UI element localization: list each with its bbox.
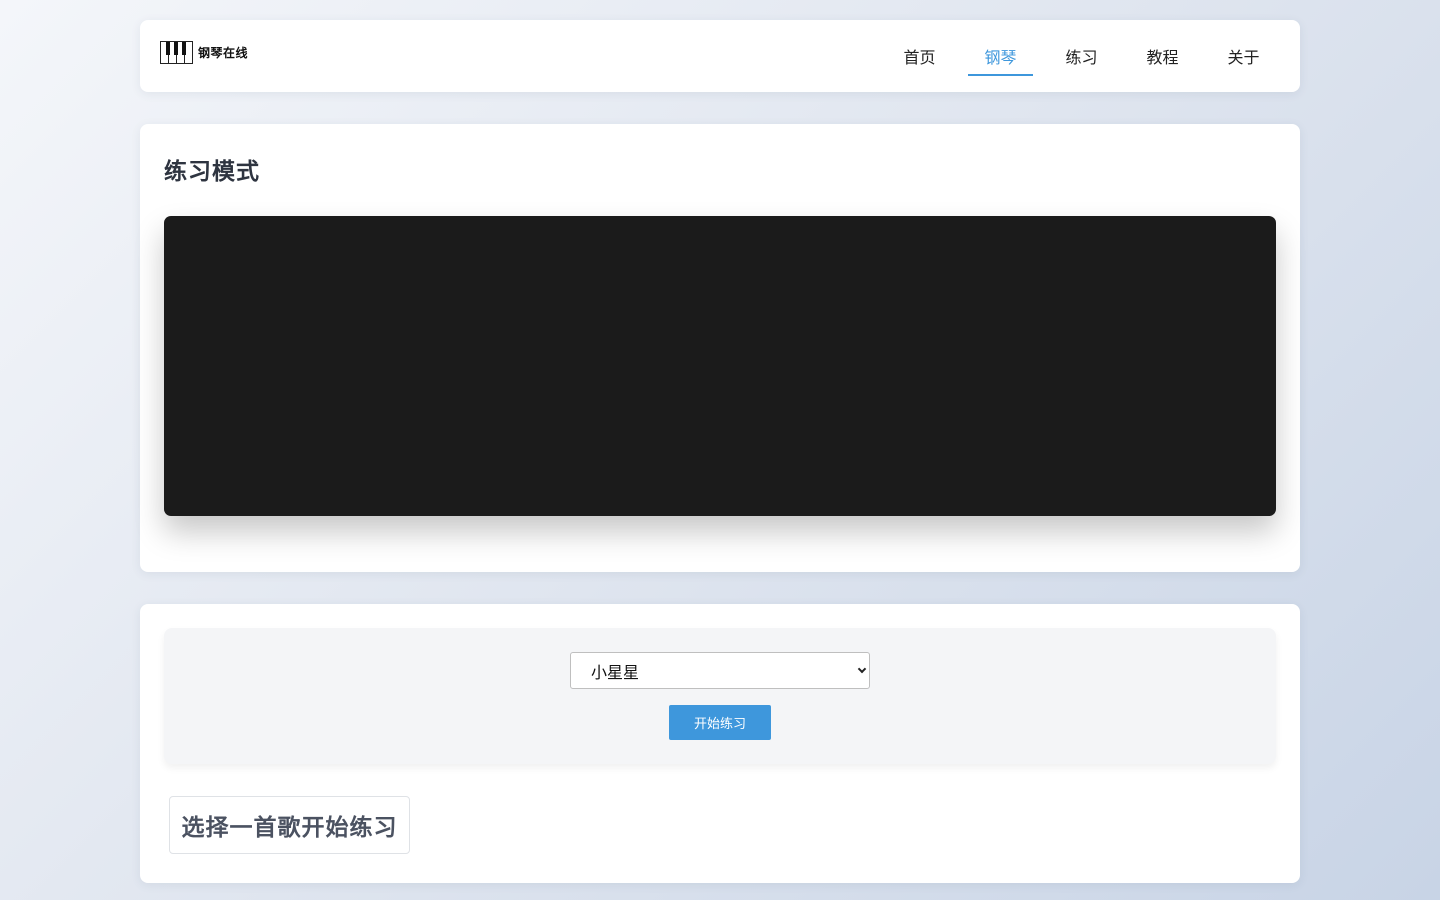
piano-logo-icon xyxy=(160,41,193,64)
control-panel: 小星星 开始练习 xyxy=(164,628,1276,764)
song-select-value: 小星星 xyxy=(591,662,640,682)
song-info: 选择一首歌开始练习 xyxy=(169,796,410,854)
practice-card: 练习模式 xyxy=(140,124,1300,572)
site-header: 钢琴在线 首页 钢琴 练习 教程 关于 xyxy=(140,20,1300,92)
piano-area[interactable] xyxy=(164,216,1276,516)
nav-item-label: 练习 xyxy=(1065,48,1098,67)
nav-item-piano[interactable]: 钢琴 xyxy=(960,20,1041,92)
nav-item-label: 钢琴 xyxy=(984,48,1017,67)
logo[interactable]: 钢琴在线 xyxy=(160,41,248,64)
section-title: 练习模式 xyxy=(164,159,260,185)
nav-item-practice[interactable]: 练习 xyxy=(1041,20,1122,92)
nav-item-about[interactable]: 关于 xyxy=(1203,20,1284,92)
logo-text: 钢琴在线 xyxy=(198,46,249,60)
chevron-down-icon xyxy=(857,664,867,674)
nav-item-label: 关于 xyxy=(1227,48,1260,67)
nav-item-home[interactable]: 首页 xyxy=(879,20,960,92)
nav-item-label: 教程 xyxy=(1146,48,1179,67)
main-nav: 首页 钢琴 练习 教程 关于 xyxy=(879,20,1284,92)
nav-item-label: 首页 xyxy=(903,48,936,67)
controls-card: 小星星 开始练习 选择一首歌开始练习 xyxy=(140,604,1300,883)
song-select[interactable]: 小星星 xyxy=(570,652,870,689)
start-practice-button[interactable]: 开始练习 xyxy=(669,705,771,740)
nav-item-tutorial[interactable]: 教程 xyxy=(1122,20,1203,92)
